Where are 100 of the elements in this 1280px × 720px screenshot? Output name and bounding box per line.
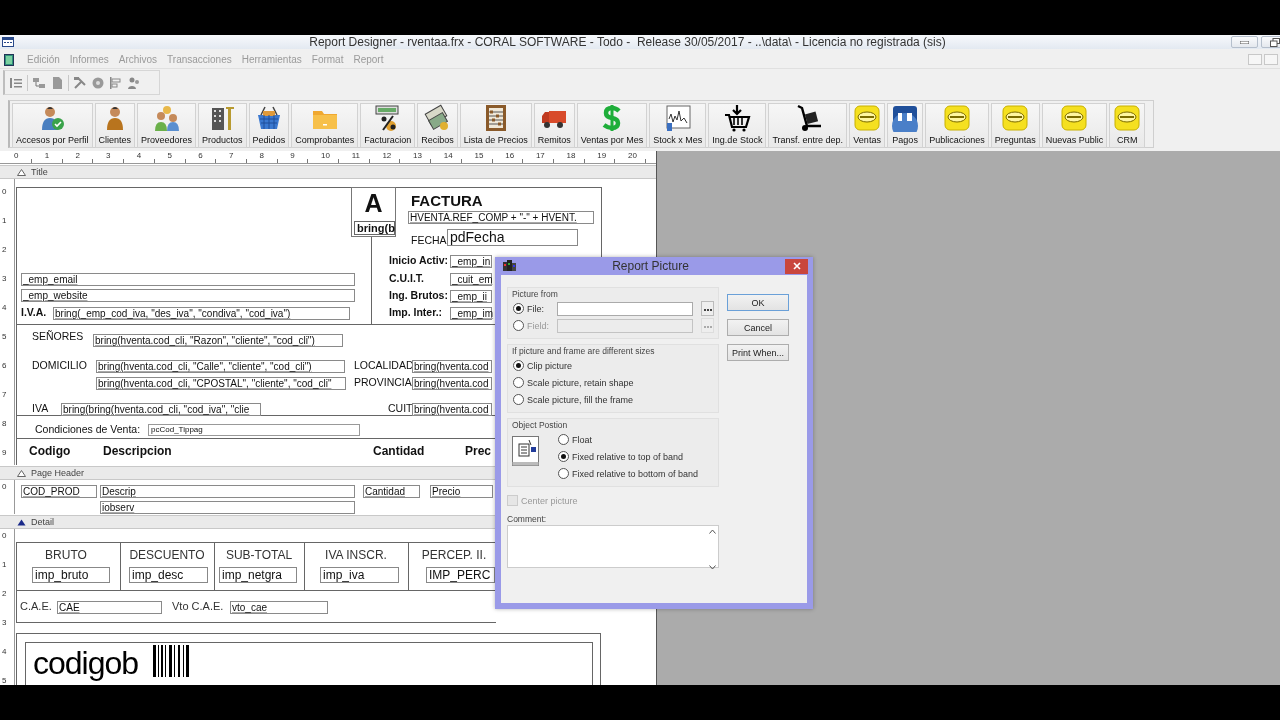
triangle-icon[interactable] — [17, 469, 26, 477]
toolbar-button[interactable]: Transf. entre dep. — [768, 103, 848, 148]
ruler-number: 2 — [75, 151, 80, 160]
band-title: Title — [31, 167, 48, 177]
toolbar-button[interactable]: Publicaciones — [925, 103, 989, 148]
ruler-number: 3 — [106, 151, 111, 160]
report-field: bring(hventa.cod — [412, 377, 492, 390]
report-field: HVENTA.REF_COMP + "-" + HVENT. — [408, 211, 594, 224]
ruler-number: 7 — [2, 390, 7, 399]
ruler-number: 4 — [136, 151, 142, 160]
toolbar-button[interactable]: Nuevas Public — [1041, 103, 1108, 148]
diagram-icon[interactable] — [32, 75, 46, 90]
report-field: Cantidad — [363, 485, 420, 498]
triangle-icon[interactable] — [17, 168, 26, 176]
toolbar-button[interactable]: Ing.de Stock — [708, 103, 767, 148]
radio-label[interactable]: Scale picture, fill the frame — [527, 394, 634, 405]
toolbar-button[interactable]: Ventas por Mes — [576, 103, 648, 148]
toolbar-button[interactable]: CRM — [1109, 103, 1146, 148]
dialog-button[interactable]: Cancel — [727, 319, 789, 336]
report-field: bring(hventa.cod — [412, 360, 492, 373]
toolbar-button[interactable]: Ventas — [849, 103, 886, 148]
report-label: Inicio Activ: — [389, 254, 449, 267]
toolbar-button[interactable]: Clientes — [94, 103, 136, 148]
ruler-number: 18 — [566, 151, 576, 160]
dialog-button[interactable]: Print When... — [727, 344, 789, 361]
ruler-number: 0 — [14, 151, 19, 160]
list-icon[interactable] — [9, 75, 23, 90]
toolbar-button[interactable]: Accesos por Perfil — [12, 103, 93, 148]
toolbar-button[interactable]: Productos — [198, 103, 247, 148]
column-header: Cantidad — [373, 444, 425, 458]
report-label: C.U.I.T. — [389, 272, 424, 285]
ruler-number: 16 — [505, 151, 515, 160]
report-field: vto_cae — [230, 601, 328, 614]
ruler-number: 8 — [2, 419, 7, 428]
ruler-number: 5 — [2, 332, 7, 341]
toolbar-button[interactable]: Facturacion — [360, 103, 416, 148]
radio-button[interactable] — [558, 434, 569, 445]
gear-icon[interactable] — [91, 75, 105, 90]
restore-button[interactable] — [1261, 36, 1280, 48]
radio-label[interactable]: Float — [572, 434, 592, 445]
page-icon[interactable] — [50, 75, 64, 90]
app-icon — [503, 260, 516, 272]
radio-label[interactable]: Scale picture, retain shape — [527, 377, 634, 388]
toolbar-button[interactable]: Remitos — [533, 103, 575, 148]
radio-button[interactable] — [513, 377, 524, 388]
toolbar-button[interactable]: Comprobantes — [291, 103, 359, 148]
radio-label[interactable]: File: — [527, 303, 544, 314]
toolbar-button[interactable]: Recibos — [417, 103, 458, 148]
report-field: iobserv — [100, 501, 355, 514]
radio-label[interactable]: Clip picture — [527, 360, 573, 371]
comment-field[interactable] — [507, 525, 719, 568]
report-label: C.A.E. — [20, 600, 52, 613]
ruler-number: 5 — [167, 151, 172, 160]
dialog-button[interactable]: OK — [727, 294, 789, 311]
ruler-number: 13 — [413, 151, 422, 160]
column-header: BRUTO — [44, 548, 88, 562]
band-title: Page Header — [31, 468, 85, 478]
toolbar-button[interactable]: Proveedores — [137, 103, 197, 148]
report-field: imp_iva — [320, 567, 399, 583]
toolbar-button[interactable]: Preguntas — [990, 103, 1040, 148]
scroll-down-icon[interactable] — [708, 565, 716, 570]
radio-button[interactable] — [513, 303, 524, 314]
radio-button[interactable] — [513, 394, 524, 405]
toolbar-button[interactable]: Pedidos — [248, 103, 290, 148]
radio-button[interactable] — [513, 360, 524, 371]
radio-button[interactable] — [558, 451, 569, 462]
band-header[interactable]: Title — [0, 165, 656, 179]
report-field: bring(hventa.cod_cli, "Calle", "cliente", "cod_cli") — [96, 360, 345, 373]
group-label: Picture from — [512, 289, 559, 300]
ruler-number: 0 — [2, 187, 7, 196]
toolbar-button[interactable]: Pagos — [887, 103, 924, 148]
column-header: IVA INSCR. — [324, 548, 388, 562]
ruler-number: 5 — [2, 676, 7, 685]
radio-button[interactable] — [558, 468, 569, 479]
browse-button[interactable] — [701, 301, 714, 316]
triangle-icon[interactable] — [17, 518, 26, 526]
ruler-number: 14 — [443, 151, 453, 160]
scroll-up-icon[interactable] — [708, 529, 716, 534]
report-field: CAE — [57, 601, 162, 614]
tools-icon[interactable] — [73, 75, 87, 90]
document-icon — [4, 53, 14, 66]
report-field: Descrip — [100, 485, 355, 498]
close-button[interactable] — [785, 258, 808, 274]
toolbar-button[interactable]: Stock x Mes — [649, 103, 707, 148]
report-field: bring(bring(hventa.cod_cli, "cod_iva", "clie — [61, 403, 261, 416]
align-icon[interactable] — [109, 75, 123, 90]
report-field: pcCod_Tippag — [148, 424, 360, 436]
ruler-number: 0 — [2, 482, 7, 491]
column-header: Prec — [465, 444, 492, 458]
report-label: Condiciones de Venta: — [35, 423, 141, 436]
radio-label[interactable]: Fixed relative to top of band — [572, 451, 684, 462]
text-field[interactable] — [557, 301, 693, 316]
report-field: _emp_ii — [450, 290, 492, 303]
badge-icon — [1060, 104, 1089, 132]
cart-icon — [723, 104, 752, 132]
badge-icon — [942, 104, 971, 132]
people-icon[interactable] — [127, 75, 141, 90]
toolbar-button[interactable]: Lista de Precios — [459, 103, 532, 148]
window-title: Report Designer - rventaa.frx - CORAL SOFTWARE - Todo - Release 30/05/2017 - ..\data\ - Licencia no registrada (sis) — [308, 35, 947, 49]
position-icon — [512, 436, 539, 466]
